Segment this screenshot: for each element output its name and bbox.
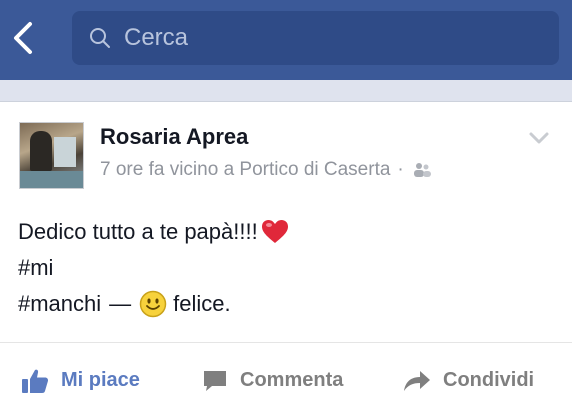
- back-arrow-icon: [14, 22, 32, 54]
- heart-emoji-icon: [261, 220, 288, 243]
- post-timestamp[interactable]: 7 ore fa vicino a Portico di Caserta: [100, 159, 390, 181]
- post-text: Dedico tutto a te papà!!!! #mi #manchi —…: [18, 214, 289, 322]
- like-label: Mi piace: [61, 369, 140, 391]
- avatar-figure: [30, 131, 52, 171]
- smiley-emoji-icon: [139, 290, 167, 318]
- search-icon: [90, 28, 110, 48]
- friends-icon[interactable]: [411, 162, 433, 178]
- share-button[interactable]: Condividi: [403, 343, 534, 418]
- search-input[interactable]: [122, 23, 506, 53]
- comment-label: Commenta: [240, 369, 344, 391]
- share-label: Condividi: [443, 369, 535, 391]
- post-line: #manchi — felice.: [18, 286, 289, 322]
- feeling-label[interactable]: felice.: [173, 286, 230, 322]
- top-navigation-bar: [0, 0, 572, 80]
- comment-button[interactable]: Commenta: [202, 343, 343, 418]
- post-line: Dedico tutto a te papà!!!!: [18, 214, 289, 250]
- chevron-down-icon[interactable]: [528, 130, 550, 146]
- meta-separator: ·: [397, 159, 404, 180]
- search-bar[interactable]: [72, 11, 559, 65]
- avatar-background: [54, 137, 76, 167]
- back-button[interactable]: [8, 18, 38, 58]
- avatar[interactable]: [19, 122, 84, 189]
- like-button[interactable]: Mi piace: [21, 343, 140, 418]
- post-message: Dedico tutto a te papà!!!!: [18, 219, 258, 244]
- share-arrow-icon: [404, 370, 430, 391]
- avatar-floor: [20, 171, 83, 188]
- author-name[interactable]: Rosaria Aprea: [100, 124, 248, 150]
- hashtag-link[interactable]: #manchi: [18, 286, 101, 322]
- comment-bubble-icon: [204, 370, 226, 391]
- post-card: Rosaria Aprea 7 ore fa vicino a Portico …: [0, 101, 572, 418]
- post-meta: 7 ore fa vicino a Portico di Caserta ·: [100, 159, 433, 181]
- post-line: #mi: [18, 250, 289, 286]
- thumbs-up-icon: [22, 369, 49, 393]
- post-actions: Mi piace Commenta Condividi: [0, 343, 572, 418]
- feeling-dash: —: [109, 291, 132, 316]
- hashtag-link[interactable]: #mi: [18, 250, 53, 286]
